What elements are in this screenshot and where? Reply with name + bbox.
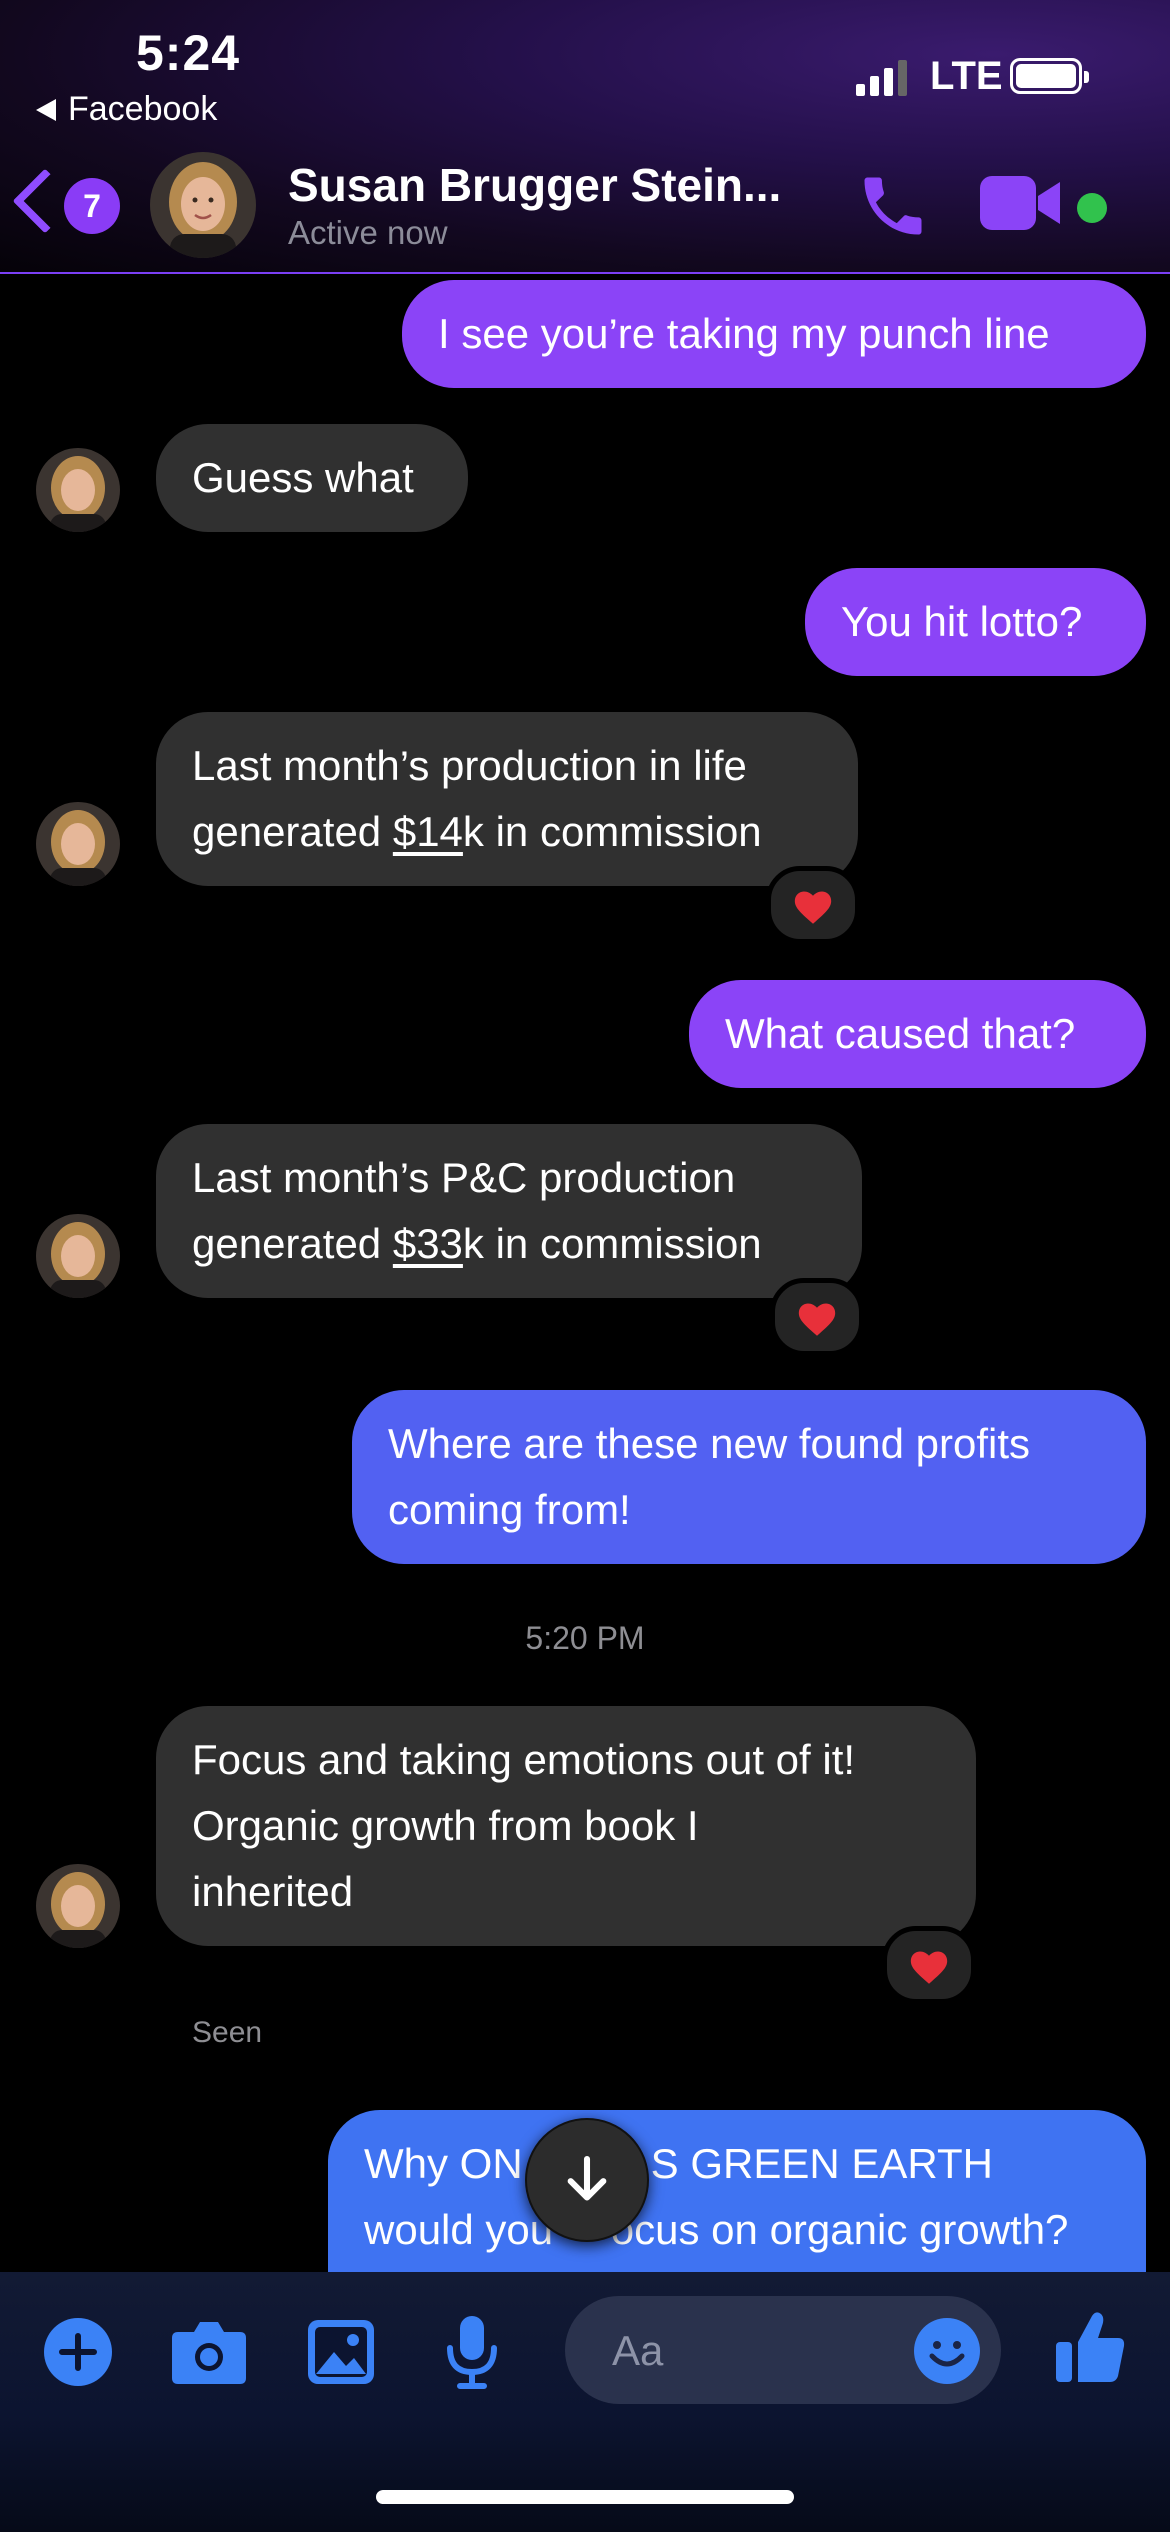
sender-avatar[interactable] [36,802,120,886]
gallery-icon[interactable] [306,2318,376,2391]
sender-avatar[interactable] [36,1214,120,1298]
plus-icon[interactable] [44,2318,112,2391]
message-text: Focus and taking emotions out of it! [192,1736,856,1783]
heart-reaction-icon[interactable] [882,1926,976,2004]
signal-strength-icon [856,60,907,96]
emoji-icon[interactable] [914,2318,980,2389]
scroll-to-bottom-button[interactable] [525,2118,649,2242]
arrow-down-icon [567,2155,607,2201]
home-indicator [376,2490,794,2504]
heart-reaction-icon[interactable] [770,1278,864,1356]
back-to-app-link[interactable]: Facebook [36,90,217,129]
detected-link[interactable]: $14 [393,808,463,855]
message-text: You hit lotto? [841,598,1083,645]
incoming-message-bubble[interactable]: Guess what [156,424,468,532]
message-text: What caused that? [725,1010,1076,1057]
chat-header: 5:24 Facebook LTE 7 Susan Brugger Stein.… [0,0,1170,274]
outgoing-message-bubble[interactable]: I see you’re taking my punch line [402,280,1146,388]
message-text: generated $14k in commission [192,808,762,855]
back-arrow-icon [36,98,56,121]
contact-status: Active now [288,214,448,251]
message-text: I see you’re taking my punch line [438,310,1050,357]
message-text: inherited [192,1868,354,1915]
message-text: would you ocus on organic growth? [364,2206,1069,2253]
seen-indicator: Seen [192,2016,263,2049]
contact-name[interactable]: Susan Brugger Stein... [288,158,781,212]
thumbs-up-icon[interactable] [1054,2310,1126,2391]
message-text: Why ON S GREEN EARTH [364,2140,993,2187]
sender-avatar[interactable] [36,448,120,532]
message-text: Guess what [192,454,414,501]
message-text: Where are these new found profits [388,1420,1031,1467]
message-text: generated $33k in commission [192,1220,762,1267]
incoming-message-bubble[interactable]: Focus and taking emotions out of it! Org… [156,1706,976,1946]
message-input[interactable] [610,2322,894,2380]
unread-count-badge[interactable]: 7 [64,178,120,234]
phone-icon[interactable] [855,168,931,244]
status-time: 5:24 [136,25,241,81]
message-timestamp: 5:20 PM [525,1620,645,1656]
message-text: Last month’s production in life [192,742,747,789]
message-text: Last month’s P&C production [192,1154,736,1201]
message-text: Organic growth from book I [192,1802,699,1849]
network-type: LTE [930,54,1003,98]
outgoing-message-bubble[interactable]: Where are these new found profits coming… [352,1390,1146,1564]
sender-avatar[interactable] [36,1864,120,1948]
battery-icon [1010,58,1089,94]
outgoing-message-bubble[interactable]: You hit lotto? [805,568,1146,676]
outgoing-message-bubble[interactable]: What caused that? [689,980,1146,1088]
detected-link[interactable]: $33 [393,1220,463,1267]
heart-reaction-icon[interactable] [766,866,860,944]
contact-avatar[interactable] [150,152,256,258]
incoming-message-bubble[interactable]: Last month’s P&C production generated $3… [156,1124,862,1298]
back-app-label: Facebook [68,90,218,128]
message-text: coming from! [388,1486,631,1533]
camera-icon[interactable] [170,2318,248,2391]
online-status-dot [1077,193,1107,223]
incoming-message-bubble[interactable]: Last month’s production in life generate… [156,712,858,886]
microphone-icon[interactable] [444,2314,500,2395]
video-call-icon[interactable] [980,172,1064,234]
